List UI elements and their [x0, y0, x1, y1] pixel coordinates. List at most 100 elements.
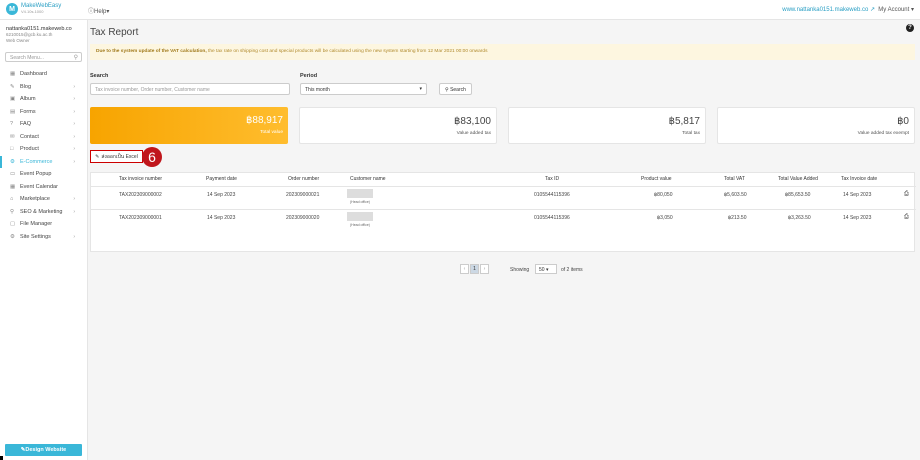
sidebar-item-label: Product	[20, 146, 39, 153]
sidebar-menu: ▦ Dashboard ✎ Blog › ▣ Album › ▤ Forms ›? FAQ › ✉ Cont…	[0, 68, 87, 243]
sidebar-item-file-manager[interactable]: ▢ File Manager	[0, 218, 87, 231]
cell-tax-id: 0105544115396	[534, 192, 570, 198]
chevron-down-icon: ▾	[545, 267, 549, 273]
vat-notice: Due to the system update of the VAT calc…	[90, 44, 915, 60]
logo-icon: M	[6, 3, 18, 15]
site-link[interactable]: www.nattanka0151.makeweb.co ↗	[782, 6, 875, 13]
sidebar-item-album[interactable]: ▣ Album ›	[0, 93, 87, 106]
sidebar-item-event-popup[interactable]: ▭ Event Popup	[0, 168, 87, 181]
column-header: Tax invoice number	[119, 176, 163, 182]
step-marker: 6	[142, 147, 162, 167]
header-divider	[91, 186, 916, 187]
menu-search-input[interactable]: Search Menu... ⚲	[5, 52, 82, 62]
export-excel-button[interactable]: ✎ ส่งออกเป็น Excel	[90, 150, 143, 163]
sidebar-item-dashboard[interactable]: ▦ Dashboard	[0, 68, 87, 81]
sidebar-item-label: Marketplace	[20, 196, 50, 203]
calendar-icon: ▦	[10, 183, 16, 190]
card-value: ฿5,817	[668, 116, 700, 127]
cell-total-vat: ฿213.50	[728, 215, 747, 221]
column-header: Tax ID	[545, 176, 560, 182]
cell-total-vat: ฿5,603.50	[724, 192, 747, 198]
per-page-select[interactable]: 50 ▾	[535, 264, 557, 274]
prev-page-button[interactable]: ‹	[460, 264, 469, 274]
account-menu[interactable]: My Account ▾	[878, 6, 914, 13]
notice-bold: Due to the system update of the VAT calc…	[96, 49, 207, 54]
user-role: Web Owner	[6, 38, 30, 43]
chevron-right-icon: ›	[73, 158, 75, 165]
site-link-label: www.nattanka0151.makeweb.co	[782, 7, 869, 13]
search-button[interactable]: ⚲ Search	[439, 83, 472, 95]
sidebar-item-e-commerce[interactable]: ⚙ E-Commerce ›	[0, 155, 87, 168]
row-divider	[91, 209, 916, 210]
sidebar-item-faq[interactable]: ? FAQ ›	[0, 118, 87, 131]
cell-branch: (Head office)	[350, 200, 370, 204]
design-website-button[interactable]: ✎ Design Website	[5, 444, 82, 456]
sidebar-item-label: Forms	[20, 108, 36, 115]
album-icon: ▣	[10, 96, 16, 103]
sidebar-item-marketplace[interactable]: ⌂ Marketplace ›	[0, 193, 87, 206]
search-placeholder: Tax invoice number, Order number, Custom…	[95, 87, 210, 93]
notice-text: the tax rate on shipping cost and specia…	[206, 49, 488, 54]
printer-icon[interactable]: ⎙	[904, 191, 909, 198]
search-input[interactable]: Tax invoice number, Order number, Custom…	[90, 83, 290, 95]
chevron-right-icon: ›	[73, 208, 75, 215]
next-page-button[interactable]: ›	[480, 264, 489, 274]
chevron-right-icon: ›	[73, 146, 75, 153]
chevron-right-icon: ›	[73, 83, 75, 90]
column-header: Product value	[641, 176, 672, 182]
cursor-mark	[0, 456, 3, 460]
chevron-right-icon: ›	[73, 108, 75, 115]
cell-payment-date: 14 Sep 2023	[207, 192, 236, 198]
cell-total-added: ฿3,263.50	[788, 215, 811, 221]
card-value: ฿83,100	[454, 116, 491, 127]
column-header: Order number	[288, 176, 320, 182]
tax-table: Tax invoice number Payment date Order nu…	[90, 172, 916, 252]
account-label: My Account	[878, 7, 910, 13]
sidebar-item-label: File Manager	[20, 221, 53, 228]
page-button[interactable]: 1	[470, 264, 479, 274]
dashboard-icon: ▦	[10, 71, 16, 78]
faq-icon: ?	[10, 121, 14, 128]
external-link-icon: ↗	[869, 7, 875, 13]
period-select[interactable]: This month ▾	[300, 83, 427, 95]
brand-logo[interactable]: M MakeWebEasy V4.10s.1000	[6, 3, 61, 15]
help-menu[interactable]: ⓘHelp▾	[88, 6, 109, 15]
sidebar-item-product[interactable]: □ Product ›	[0, 143, 87, 156]
cell-invoice: TAX202309000002	[119, 192, 162, 198]
cell-payment-date: 14 Sep 2023	[207, 215, 236, 221]
chevron-right-icon: ›	[73, 133, 75, 140]
question-icon[interactable]: ?	[906, 24, 914, 32]
period-label: Period	[300, 73, 318, 79]
sidebar-item-site-settings[interactable]: ⚙ Site Settings ›	[0, 231, 87, 244]
sidebar-item-contact[interactable]: ✉ Contact ›	[0, 131, 87, 144]
column-header: Customer name	[350, 176, 386, 182]
chevron-down-icon: ▾	[106, 9, 110, 15]
sidebar-item-label: Event Calendar	[20, 183, 58, 190]
top-bar: M MakeWebEasy V4.10s.1000 ⓘHelp▾ www.nat…	[0, 0, 920, 20]
sidebar: nattanka0151.makeweb.co 6210015@gcb.ku.a…	[0, 20, 88, 460]
forms-icon: ▤	[10, 108, 16, 115]
chevron-right-icon: ›	[73, 121, 75, 128]
card-label: Total tax	[682, 131, 700, 136]
main-content: Tax Report ? Due to the system update of…	[90, 20, 920, 460]
sidebar-item-event-calendar[interactable]: ▦ Event Calendar	[0, 181, 87, 194]
menu-search-placeholder: Search Menu...	[10, 55, 44, 61]
search-button-label: Search	[450, 87, 466, 93]
printer-icon[interactable]: ⎙	[904, 214, 909, 221]
help-label: Help	[94, 9, 107, 15]
export-icon: ✎	[95, 153, 100, 160]
card-label: Value added tax exempt	[857, 131, 909, 136]
file-icon: ▢	[10, 221, 16, 228]
cell-tax-id: 0105544115396	[534, 215, 570, 221]
pagination: ‹ 1 ›	[460, 264, 489, 274]
marketplace-icon: ⌂	[10, 196, 14, 203]
sidebar-item-blog[interactable]: ✎ Blog ›	[0, 81, 87, 94]
sidebar-item-seo-marketing[interactable]: ⚲ SEO & Marketing ›	[0, 206, 87, 219]
sidebar-item-label: FAQ	[20, 121, 32, 128]
ecommerce-icon: ⚙	[10, 158, 15, 165]
cell-product-value: ฿80,050	[654, 192, 673, 198]
cell-invoice-date: 14 Sep 2023	[843, 192, 872, 198]
contact-icon: ✉	[10, 133, 15, 140]
chevron-right-icon: ›	[73, 96, 75, 103]
sidebar-item-forms[interactable]: ▤ Forms ›	[0, 106, 87, 119]
